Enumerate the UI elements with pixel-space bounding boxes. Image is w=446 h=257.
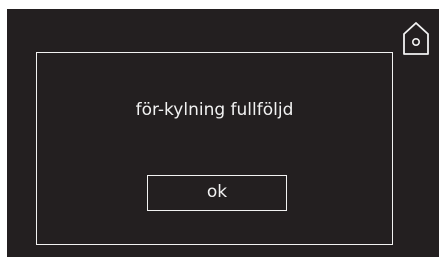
confirmation-dialog: för-kylning fullföljd ok [36,52,393,245]
device-frame: för-kylning fullföljd ok [0,0,446,257]
home-icon[interactable] [400,20,432,58]
display-screen: för-kylning fullföljd ok [7,9,439,257]
ok-button[interactable]: ok [147,175,287,211]
dialog-message: för-kylning fullföljd [135,100,294,120]
